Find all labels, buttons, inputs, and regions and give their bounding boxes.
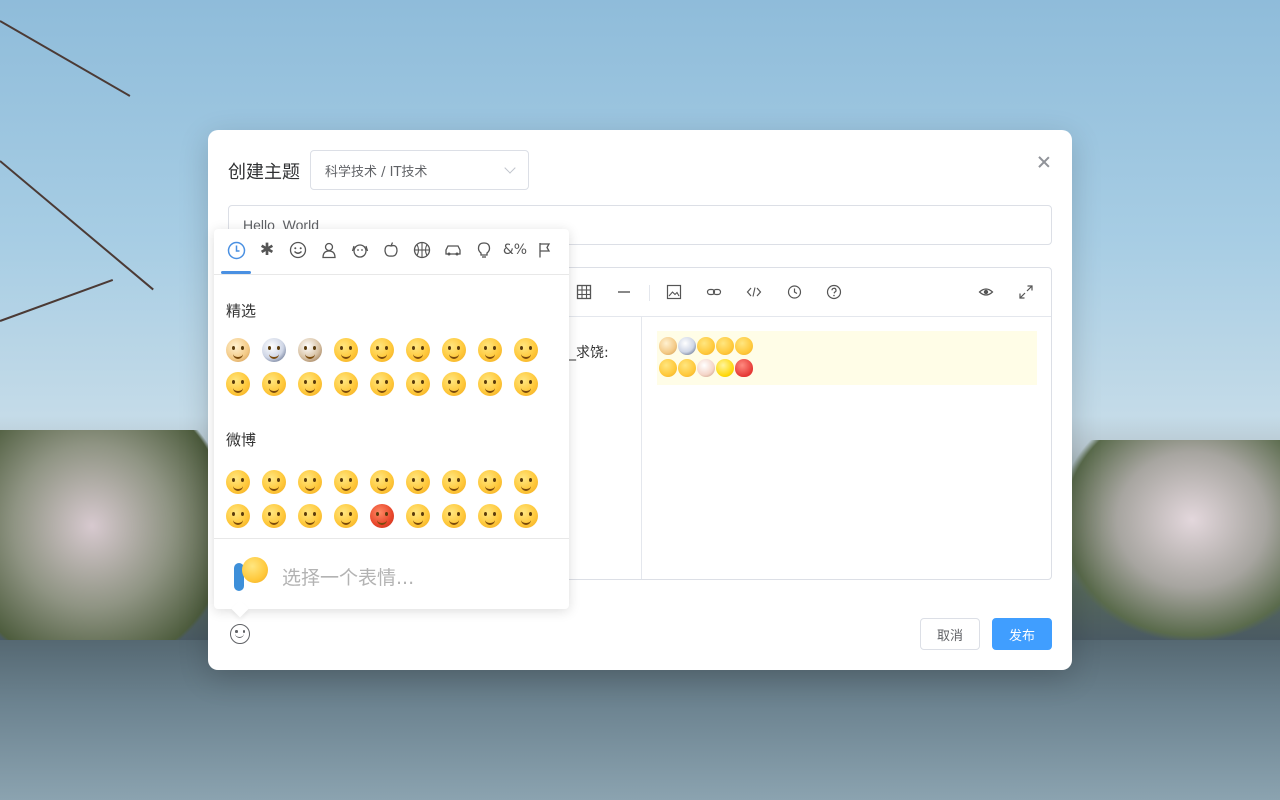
emoji-item[interactable]	[370, 504, 394, 528]
branch	[0, 20, 131, 97]
cancel-button[interactable]: 取消	[920, 618, 980, 650]
emoji-item[interactable]	[334, 504, 358, 528]
emoji-item[interactable]	[370, 470, 394, 494]
wink-emoji-icon	[659, 358, 677, 377]
trees-left	[0, 430, 230, 670]
table-icon[interactable]	[575, 283, 593, 301]
raising-hand-emoji-icon	[234, 555, 268, 591]
pointing-hand-emoji-icon	[678, 358, 696, 377]
emoji-item[interactable]	[226, 470, 250, 494]
emoji-item[interactable]	[442, 338, 466, 362]
emoji-item[interactable]	[478, 504, 502, 528]
emoji-item[interactable]	[514, 372, 538, 396]
emoji-item[interactable]	[514, 504, 538, 528]
smile-mouth	[235, 633, 244, 638]
emoji-item[interactable]	[226, 372, 250, 396]
emoji-item[interactable]	[478, 338, 502, 362]
emoji-item[interactable]	[406, 470, 430, 494]
section-title-featured: 精选	[226, 302, 257, 320]
close-icon[interactable]	[1036, 154, 1052, 170]
dog-icon[interactable]	[349, 239, 371, 261]
person-icon[interactable]	[318, 239, 340, 261]
chevron-down-icon	[504, 162, 516, 174]
emoji-item[interactable]	[334, 470, 358, 494]
balloon-emoji-icon	[735, 358, 753, 377]
image-icon[interactable]	[665, 283, 683, 301]
emoji-item[interactable]	[298, 372, 322, 396]
history-icon[interactable]	[785, 283, 803, 301]
toolbar-divider	[649, 285, 650, 301]
emoji-item[interactable]	[478, 372, 502, 396]
trees-right	[1060, 440, 1280, 640]
emoji-preview-placeholder: 选择一个表情...	[282, 567, 415, 589]
horizontal-rule-icon[interactable]	[615, 283, 633, 301]
emoji-item[interactable]	[262, 338, 286, 362]
preview-line-1	[659, 334, 1035, 356]
emoji-picker-button[interactable]	[230, 624, 250, 644]
emoji-item[interactable]	[370, 372, 394, 396]
section-title-weibo: 微博	[226, 431, 257, 449]
emoji-grid-weibo	[226, 470, 550, 528]
emoji-face-shape	[242, 557, 268, 583]
basketball-icon[interactable]	[411, 239, 433, 261]
emoji-item[interactable]	[298, 504, 322, 528]
emoji-item[interactable]	[298, 338, 322, 362]
emoji-category-bar: ✱ &%	[214, 229, 569, 275]
flags-icon[interactable]	[535, 239, 557, 261]
emoji-item[interactable]	[262, 504, 286, 528]
branch	[0, 160, 154, 291]
branch	[0, 279, 114, 322]
lemon-emoji-icon	[716, 358, 734, 377]
emoji-item[interactable]	[406, 504, 430, 528]
emoji-item[interactable]	[262, 470, 286, 494]
panda-emoji-icon	[678, 336, 696, 355]
emoji-scroll-area[interactable]: 精选 微博	[214, 276, 569, 538]
emoji-item[interactable]	[406, 372, 430, 396]
asterisk-icon[interactable]: ✱	[256, 239, 278, 261]
emoji-item[interactable]	[334, 372, 358, 396]
emoji-picker-footer: 选择一个表情...	[214, 538, 569, 609]
shy-emoji-icon	[735, 336, 753, 355]
rolling-laugh-emoji-icon	[716, 336, 734, 355]
preview-content	[657, 331, 1037, 385]
preview-line-2	[659, 356, 1035, 378]
emoji-item[interactable]	[370, 338, 394, 362]
emoji-item[interactable]	[226, 504, 250, 528]
apple-icon[interactable]	[380, 239, 402, 261]
help-icon[interactable]	[825, 283, 843, 301]
emoji-item[interactable]	[262, 372, 286, 396]
code-icon[interactable]	[745, 283, 763, 301]
emoji-item[interactable]	[334, 338, 358, 362]
emoji-picker-popover: ✱ &% 精选 微博 选择一个表情...	[214, 229, 569, 609]
link-icon[interactable]	[705, 283, 723, 301]
category-select[interactable]: 科学技术 / IT技术	[310, 150, 529, 190]
smiley-icon[interactable]	[287, 239, 309, 261]
preview-pane	[643, 317, 1051, 579]
edit-text: _求饶:	[569, 345, 609, 361]
cow-emoji-icon	[697, 358, 715, 377]
emoji-grid-featured	[226, 338, 550, 396]
preview-toggle-icon[interactable]	[977, 283, 995, 301]
car-icon[interactable]	[442, 239, 464, 261]
active-category-underline	[221, 271, 251, 274]
dog-emoji-icon	[659, 336, 677, 355]
category-value: 科学技术 / IT技术	[325, 164, 428, 180]
dialog-title: 创建主题	[228, 162, 300, 183]
recent-clock-icon[interactable]	[225, 239, 247, 261]
emoji-item[interactable]	[478, 470, 502, 494]
emoji-item[interactable]	[226, 338, 250, 362]
laughing-emoji-icon	[697, 336, 715, 355]
emoji-item[interactable]	[442, 504, 466, 528]
lightbulb-icon[interactable]	[473, 239, 495, 261]
symbols-icon[interactable]: &%	[503, 239, 527, 261]
publish-button[interactable]: 发布	[992, 618, 1052, 650]
fullscreen-icon[interactable]	[1017, 283, 1035, 301]
emoji-item[interactable]	[514, 470, 538, 494]
emoji-item[interactable]	[298, 470, 322, 494]
emoji-item[interactable]	[406, 338, 430, 362]
emoji-item[interactable]	[442, 372, 466, 396]
emoji-item[interactable]	[442, 470, 466, 494]
emoji-item[interactable]	[514, 338, 538, 362]
